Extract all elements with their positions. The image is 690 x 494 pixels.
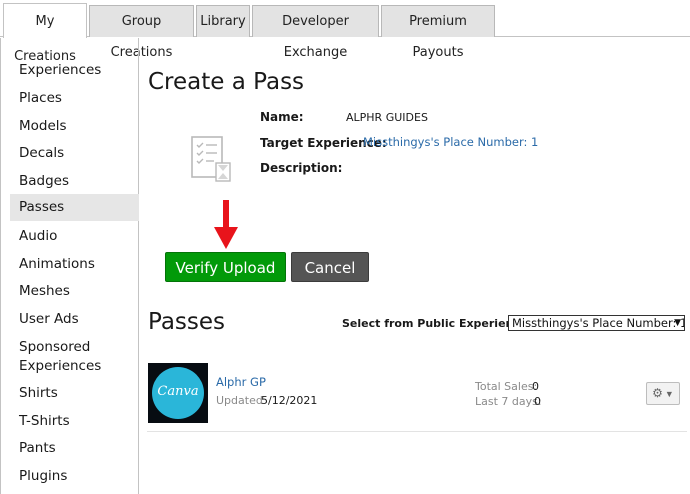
sidebar-item-meshes[interactable]: Meshes	[10, 282, 139, 304]
pass-options-button[interactable]: ⚙ ▼	[646, 382, 680, 405]
pass-thumbnail[interactable]: Canva	[148, 363, 208, 423]
total-sales-label: Total Sales:	[475, 380, 538, 393]
sidebar-item-decals[interactable]: Decals	[10, 144, 139, 166]
pass-name-link[interactable]: Alphr GP	[216, 375, 266, 389]
tab-library[interactable]: Library	[196, 5, 250, 37]
sidebar-item-badges[interactable]: Badges	[10, 172, 139, 194]
sidebar-item-audio[interactable]: Audio	[10, 227, 139, 249]
last-7-days-value: 0	[534, 395, 541, 408]
total-sales-value: 0	[532, 380, 539, 393]
passes-title: Passes	[148, 309, 226, 335]
sidebar: Experiences Places Models Decals Badges …	[0, 38, 139, 494]
pass-updated-label: Updated	[216, 394, 263, 407]
tab-group-creations[interactable]: Group Creations	[89, 5, 194, 60]
experience-select-value: Missthingys's Place Number: 1	[512, 316, 685, 330]
caret-down-icon: ▼	[664, 389, 674, 399]
pass-updated-date: 5/12/2021	[261, 394, 318, 407]
cancel-button[interactable]: Cancel	[291, 252, 369, 282]
create-pass-title: Create a Pass	[148, 69, 305, 95]
pass-thumbnail-logo-text: Canva	[157, 384, 199, 399]
description-label: Description:	[260, 161, 343, 175]
chevron-down-icon: ▼	[674, 318, 681, 328]
tab-developer-exchange[interactable]: Developer Exchange	[252, 5, 379, 60]
sidebar-item-passes[interactable]: Passes	[10, 194, 139, 221]
sidebar-item-user-ads[interactable]: User Ads	[10, 310, 139, 332]
target-experience-link[interactable]: Missthingys's Place Number: 1	[363, 135, 538, 149]
sidebar-item-models[interactable]: Models	[10, 117, 139, 139]
last-7-days-label: Last 7 days:	[475, 395, 542, 408]
sidebar-item-places[interactable]: Places	[10, 89, 139, 111]
list-divider	[147, 431, 687, 432]
sidebar-item-animations[interactable]: Animations	[10, 255, 139, 277]
sidebar-item-plugins[interactable]: Plugins	[10, 467, 139, 489]
name-value: ALPHR GUIDES	[346, 111, 428, 124]
creations-tab-bar: My Creations Group Creations Library Dev…	[0, 0, 690, 64]
verify-upload-button[interactable]: Verify Upload	[165, 252, 286, 282]
tab-my-creations[interactable]: My Creations	[3, 3, 87, 64]
tab-premium-payouts[interactable]: Premium Payouts	[381, 5, 495, 60]
red-arrow-icon	[212, 200, 240, 250]
sidebar-item-shirts[interactable]: Shirts	[10, 384, 139, 406]
pass-placeholder-icon	[188, 134, 234, 182]
sidebar-item-t-shirts[interactable]: T-Shirts	[10, 412, 139, 434]
sidebar-item-pants[interactable]: Pants	[10, 439, 139, 461]
name-label: Name:	[260, 110, 304, 124]
experience-select[interactable]: Missthingys's Place Number: 1 ▼	[508, 315, 685, 331]
sidebar-item-sponsored-experiences[interactable]: Sponsored Experiences	[10, 338, 139, 376]
gear-icon: ⚙	[652, 386, 663, 400]
